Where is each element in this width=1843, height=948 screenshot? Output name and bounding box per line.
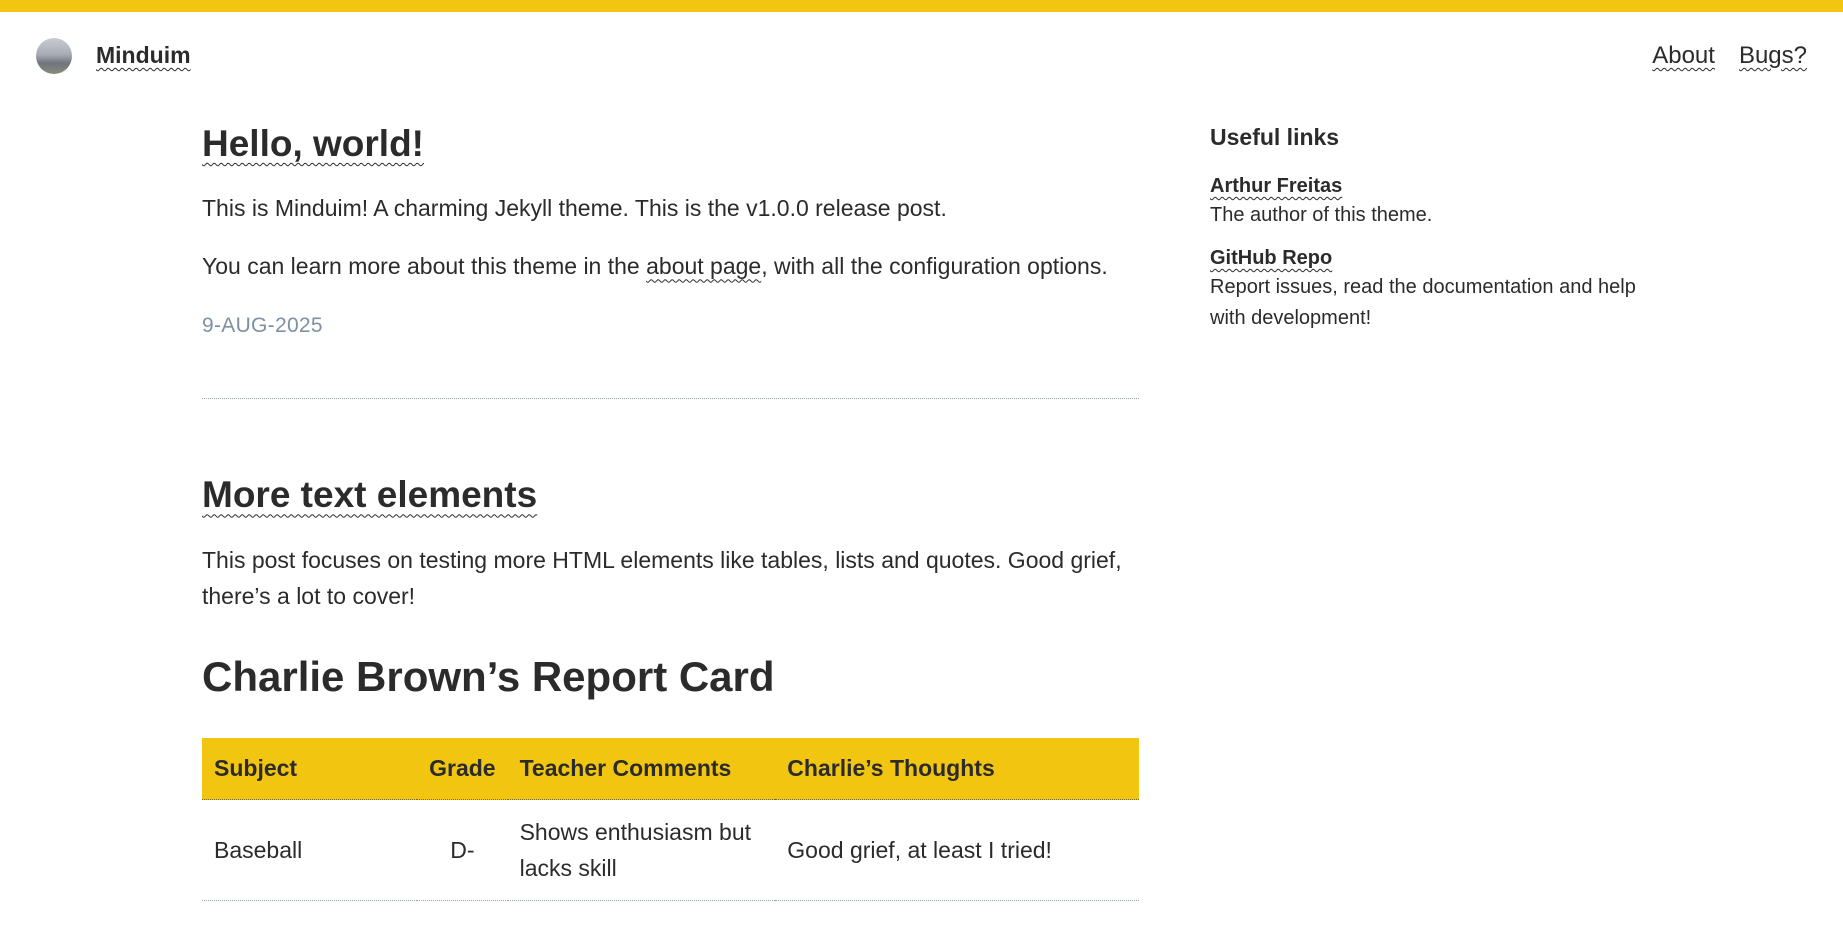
about-page-link[interactable]: about page — [646, 253, 761, 279]
post-title-link[interactable]: More text elements — [202, 474, 537, 515]
table-header-row: Subject Grade Teacher Comments Charlie’s… — [202, 737, 1139, 801]
table-cell: Baseball — [202, 799, 418, 902]
github-repo-link[interactable]: GitHub Repo — [1210, 247, 1332, 269]
paragraph-text: You can learn more about this theme in t… — [202, 253, 647, 280]
table-header-cell: Teacher Comments — [507, 737, 776, 801]
nav-bugs-link[interactable]: Bugs? — [1739, 42, 1807, 70]
post-paragraph: This post focuses on testing more HTML e… — [202, 546, 1122, 609]
top-nav: About Bugs? — [1652, 42, 1807, 70]
table-cell: Shows enthusiasm but lacks skill — [507, 799, 776, 902]
site-avatar[interactable] — [36, 38, 72, 74]
sidebar: Useful links Arthur Freitas The author o… — [1210, 100, 1640, 334]
paragraph-text: , with all the configuration options. — [761, 253, 1108, 280]
table-header-cell: Subject — [202, 737, 418, 801]
sidebar-title: Useful links — [1210, 124, 1340, 150]
post-hello-world: Hello, world! This is Minduim! A charmin… — [202, 122, 1139, 338]
report-card-heading: Charlie Brown’s Report Card — [202, 652, 775, 700]
post-title: More text elements — [202, 473, 1139, 517]
table-header-cell: Charlie’s Thoughts — [775, 737, 1139, 801]
author-link[interactable]: Arthur Freitas — [1210, 175, 1342, 197]
post-divider — [202, 398, 1139, 400]
table-cell: D- — [417, 799, 508, 902]
table-row: Baseball D- Shows enthusiasm but lacks s… — [202, 799, 1139, 902]
table-cell: Good grief, at least I tried! — [775, 799, 1139, 902]
sidebar-link-item: GitHub Repo Report issues, read the docu… — [1210, 247, 1640, 334]
site-header: Minduim About Bugs? — [0, 12, 1843, 100]
table-header-cell: Grade — [417, 737, 508, 801]
post-paragraph: You can learn more about this theme in t… — [202, 248, 1139, 284]
post-title-link[interactable]: Hello, world! — [202, 123, 424, 164]
link-description: Report issues, read the documentation an… — [1210, 276, 1636, 329]
sidebar-link-item: Arthur Freitas The author of this theme. — [1210, 175, 1640, 231]
post-date: 9-AUG-2025 — [202, 314, 323, 338]
post-list: Hello, world! This is Minduim! A charmin… — [202, 100, 1139, 902]
report-card-table: Subject Grade Teacher Comments Charlie’s… — [202, 737, 1139, 902]
post-title: Hello, world! — [202, 122, 1139, 166]
post-more-text-elements: More text elements This post focuses on … — [202, 473, 1139, 902]
nav-about-link[interactable]: About — [1652, 42, 1715, 70]
accent-top-bar — [0, 0, 1843, 12]
site-title-link[interactable]: Minduim — [96, 42, 191, 69]
link-description: The author of this theme. — [1210, 204, 1433, 226]
post-paragraph: This is Minduim! A charming Jekyll theme… — [202, 195, 947, 222]
